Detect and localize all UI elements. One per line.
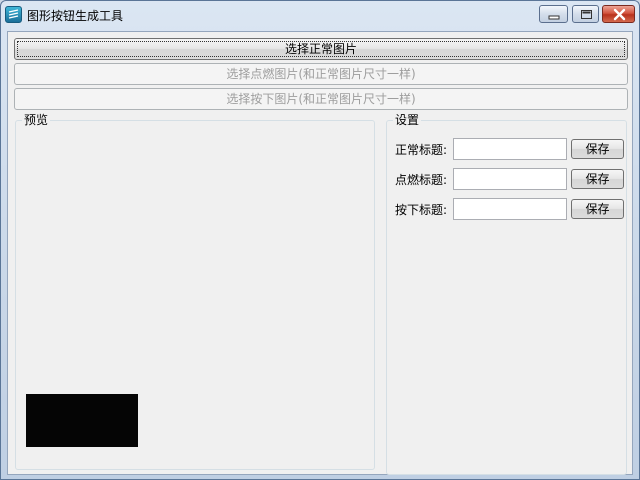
preview-group: 预览	[15, 113, 375, 470]
title-bar[interactable]: 图形按钮生成工具	[1, 1, 639, 29]
save-hover-title-button[interactable]: 保存	[571, 169, 624, 189]
normal-title-label: 正常标题:	[395, 143, 448, 157]
hover-title-input[interactable]	[453, 168, 567, 190]
select-hover-image-button[interactable]: 选择点燃图片(和正常图片尺寸一样)	[14, 63, 628, 85]
maximize-button[interactable]	[572, 5, 599, 23]
normal-title-input[interactable]	[453, 138, 567, 160]
client-area: 选择正常图片 选择点燃图片(和正常图片尺寸一样) 选择按下图片(和正常图片尺寸一…	[7, 31, 633, 475]
close-button[interactable]	[602, 5, 635, 23]
settings-group-label: 设置	[393, 113, 422, 127]
select-pressed-image-button[interactable]: 选择按下图片(和正常图片尺寸一样)	[14, 88, 628, 110]
pressed-title-input[interactable]	[453, 198, 567, 220]
hover-title-label: 点燃标题:	[395, 173, 448, 187]
minimize-button[interactable]	[539, 5, 568, 23]
window-title: 图形按钮生成工具	[27, 9, 124, 23]
app-logo-glyph	[8, 9, 19, 19]
pressed-title-label: 按下标题:	[395, 203, 448, 217]
main-window: 图形按钮生成工具 选择正常图片 选择点燃图片(和正常图片尺寸一样) 选择按下图片…	[0, 0, 640, 480]
save-pressed-title-button[interactable]: 保存	[571, 199, 624, 219]
preview-group-label: 预览	[22, 113, 51, 127]
save-normal-title-button[interactable]: 保存	[571, 139, 624, 159]
minimize-icon	[548, 15, 560, 20]
close-icon	[613, 8, 626, 21]
app-icon[interactable]	[5, 6, 22, 23]
settings-group: 设置 正常标题: 保存 点燃标题: 保存 按下标题: 保存	[386, 113, 627, 475]
select-normal-image-button[interactable]: 选择正常图片	[14, 38, 628, 60]
preview-image	[26, 394, 138, 447]
maximize-icon	[581, 10, 592, 19]
